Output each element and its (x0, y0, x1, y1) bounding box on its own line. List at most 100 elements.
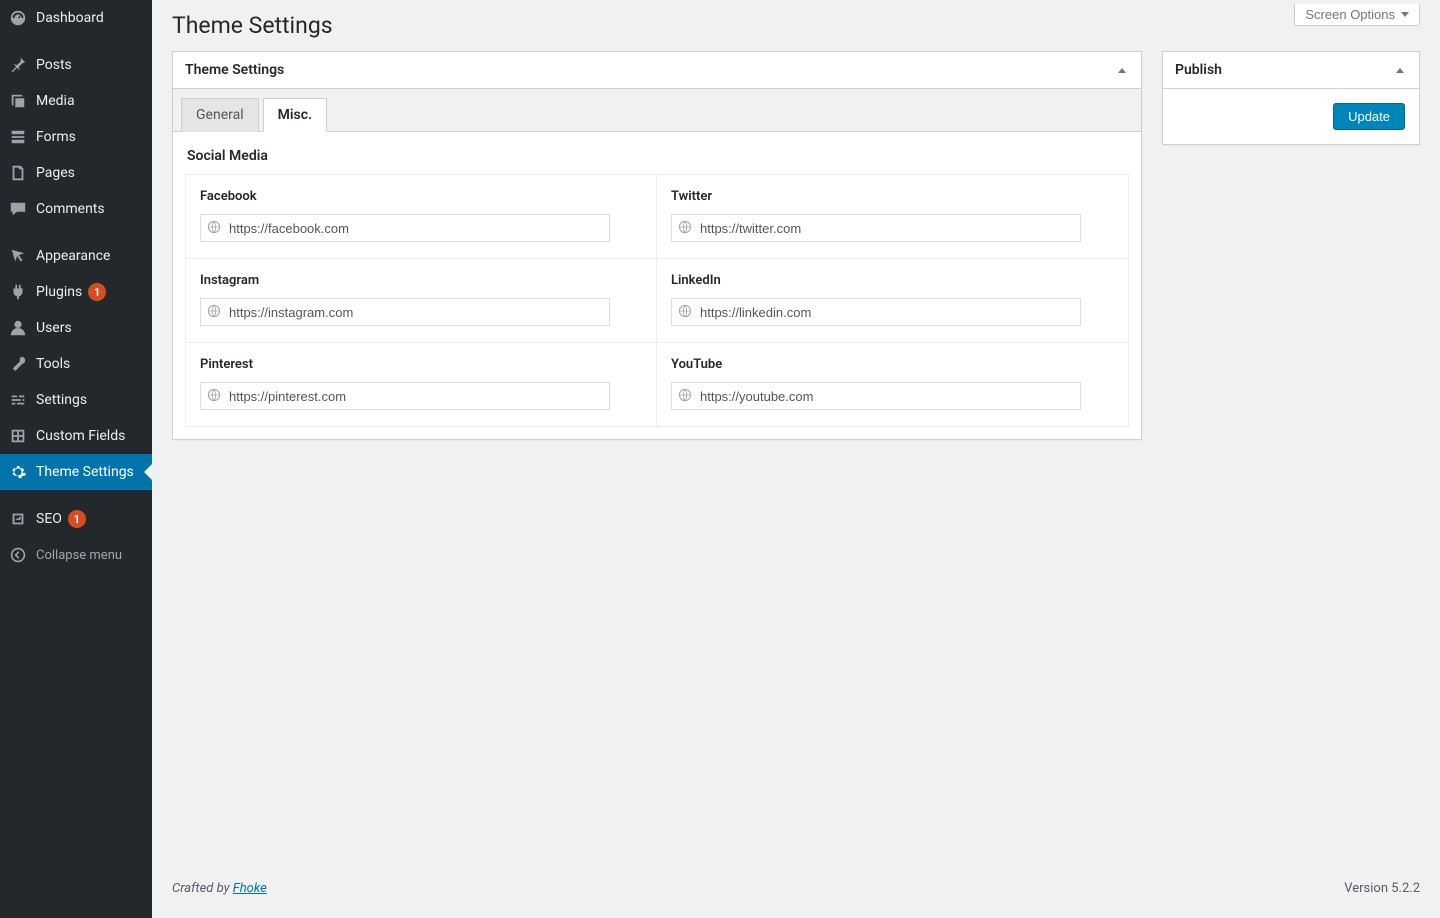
sidebar-item-settings[interactable]: Settings (0, 382, 152, 418)
collapse-menu-button[interactable]: Collapse menu (0, 537, 152, 573)
url-input-wrap (671, 214, 1081, 242)
url-input-wrap (200, 298, 610, 326)
url-input-wrap (671, 382, 1081, 410)
postbox-toggle-button[interactable] (1393, 63, 1407, 77)
sidebar-item-label: Media (36, 93, 75, 109)
url-input-wrap (200, 382, 610, 410)
collapse-icon (8, 545, 28, 565)
sidebar-item-tools[interactable]: Tools (0, 346, 152, 382)
field-linkedin: LinkedIn (657, 259, 1128, 343)
linkedin-input[interactable] (700, 305, 1076, 320)
sidebar-item-label: Forms (36, 129, 76, 145)
field-label: LinkedIn (671, 273, 1114, 288)
social-media-grid: Facebook Twitter (185, 174, 1129, 427)
footer-credit-prefix: Crafted by (172, 881, 233, 896)
menu-separator (0, 490, 152, 495)
comments-icon (8, 199, 28, 219)
footer-credit: Crafted by Fhoke (172, 881, 267, 896)
sidebar-item-label: Theme Settings (36, 464, 134, 480)
youtube-input[interactable] (700, 389, 1076, 404)
publish-postbox: Publish Update (1162, 51, 1420, 145)
sidebar-item-appearance[interactable]: Appearance (0, 238, 152, 274)
custom-fields-icon (8, 426, 28, 446)
sidebar-item-label: Appearance (36, 248, 110, 264)
globe-icon (678, 220, 694, 236)
tab-label: General (196, 107, 244, 123)
globe-icon (207, 304, 223, 320)
field-pinterest: Pinterest (186, 343, 657, 426)
sidebar-item-plugins[interactable]: Plugins 1 (0, 274, 152, 310)
field-youtube: YouTube (657, 343, 1128, 426)
twitter-input[interactable] (700, 221, 1076, 236)
menu-separator (0, 36, 152, 41)
field-label: YouTube (671, 357, 1114, 372)
postbox-header: Publish (1163, 52, 1419, 89)
pages-icon (8, 163, 28, 183)
field-facebook: Facebook (186, 175, 657, 259)
sidebar-item-users[interactable]: Users (0, 310, 152, 346)
appearance-icon (8, 246, 28, 266)
update-badge: 1 (68, 510, 86, 528)
gear-icon (8, 462, 28, 482)
url-input-wrap (671, 298, 1081, 326)
postbox-header: Theme Settings (173, 52, 1141, 89)
globe-icon (678, 388, 694, 404)
section-heading: Social Media (187, 148, 1129, 164)
sidebar-item-theme-settings[interactable]: Theme Settings (0, 454, 152, 490)
side-column: Publish Update (1162, 51, 1420, 165)
globe-icon (678, 304, 694, 320)
sidebar-item-label: Posts (36, 57, 72, 73)
page-title: Theme Settings (152, 0, 1440, 51)
sidebar-item-media[interactable]: Media (0, 83, 152, 119)
postbox-title: Publish (1175, 62, 1222, 78)
globe-icon (207, 220, 223, 236)
sidebar-item-custom-fields[interactable]: Custom Fields (0, 418, 152, 454)
field-label: Pinterest (200, 357, 642, 372)
sidebar-item-label: Custom Fields (36, 428, 125, 444)
field-instagram: Instagram (186, 259, 657, 343)
sidebar-item-dashboard[interactable]: Dashboard (0, 0, 152, 36)
sidebar-item-label: Users (36, 320, 72, 336)
tab-misc[interactable]: Misc. (263, 98, 327, 132)
screen-options-button[interactable]: Screen Options (1294, 4, 1420, 26)
settings-tabs: General Misc. (173, 89, 1141, 132)
seo-icon (8, 509, 28, 529)
sidebar-item-label: Settings (36, 392, 87, 408)
sidebar-item-label: SEO (36, 511, 62, 527)
sidebar-item-posts[interactable]: Posts (0, 47, 152, 83)
facebook-input[interactable] (229, 221, 605, 236)
users-icon (8, 318, 28, 338)
chevron-up-icon (1396, 68, 1404, 73)
sidebar-item-seo[interactable]: SEO 1 (0, 501, 152, 537)
sidebar-item-label: Pages (36, 165, 75, 181)
postbox-title: Theme Settings (185, 62, 284, 78)
globe-icon (207, 388, 223, 404)
sidebar-item-label: Tools (36, 356, 70, 372)
sidebar-item-forms[interactable]: Forms (0, 119, 152, 155)
forms-icon (8, 127, 28, 147)
media-icon (8, 91, 28, 111)
update-button[interactable]: Update (1333, 103, 1405, 130)
pinterest-input[interactable] (229, 389, 605, 404)
sidebar-item-label: Dashboard (36, 10, 104, 26)
tab-label: Misc. (278, 107, 312, 123)
layout-columns: Theme Settings General Misc. Social Medi… (152, 51, 1440, 460)
sidebar-item-label: Plugins (36, 284, 82, 300)
collapse-menu-label: Collapse menu (36, 548, 122, 563)
sidebar-item-comments[interactable]: Comments (0, 191, 152, 227)
postbox-toggle-button[interactable] (1115, 63, 1129, 77)
tools-icon (8, 354, 28, 374)
field-label: Instagram (200, 273, 642, 288)
field-twitter: Twitter (657, 175, 1128, 259)
update-badge: 1 (88, 283, 106, 301)
screen-options-label: Screen Options (1305, 7, 1395, 22)
instagram-input[interactable] (229, 305, 605, 320)
settings-icon (8, 390, 28, 410)
main-column: Theme Settings General Misc. Social Medi… (172, 51, 1142, 460)
tab-general[interactable]: General (181, 98, 259, 132)
footer-version: Version 5.2.2 (1344, 881, 1420, 896)
admin-sidebar: Dashboard Posts Media Forms Pages Commen… (0, 0, 152, 918)
content-area: Screen Options Theme Settings Theme Sett… (152, 0, 1440, 918)
footer-credit-link[interactable]: Fhoke (233, 881, 267, 896)
sidebar-item-pages[interactable]: Pages (0, 155, 152, 191)
